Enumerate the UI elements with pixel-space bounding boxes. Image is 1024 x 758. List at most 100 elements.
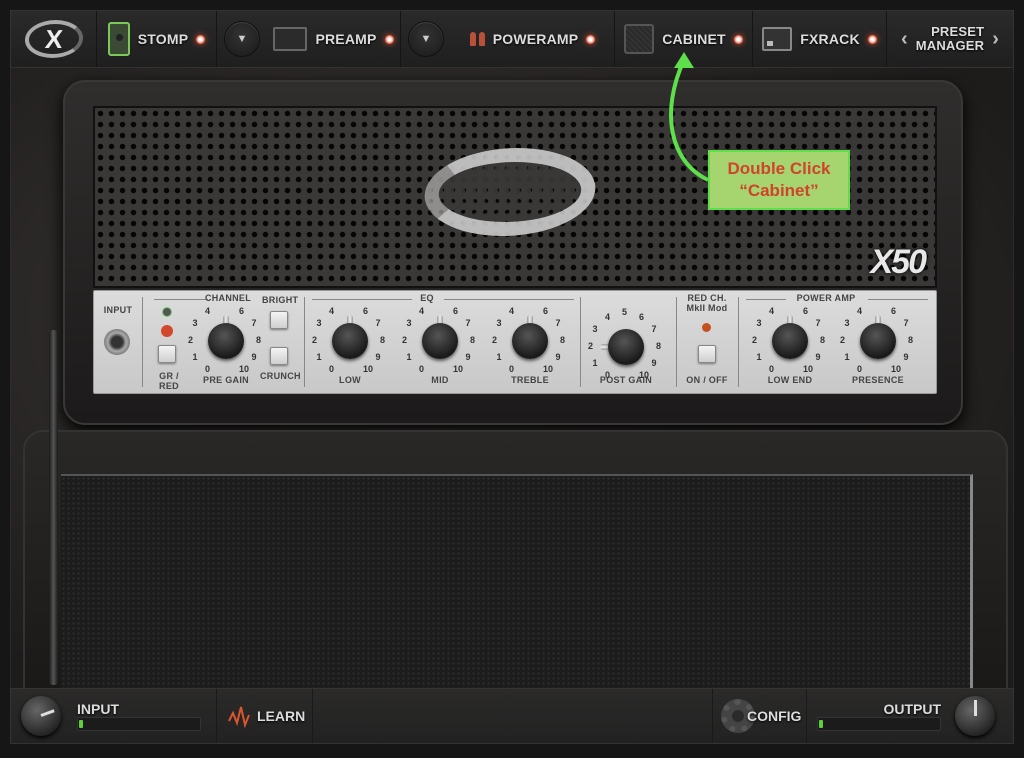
output-section: OUTPUT — [807, 689, 1013, 743]
input-label: INPUT — [77, 701, 119, 717]
cabinet-led-icon[interactable] — [733, 34, 743, 44]
app-window: X STOMP ▼ PREAMP ▼ POWERAMP CABINET FXRA… — [0, 0, 1024, 758]
nav-stomp[interactable]: STOMP — [97, 11, 217, 67]
treble-label: TREBLE — [511, 375, 549, 385]
tubes-icon — [469, 32, 485, 46]
scale-number: 4 — [769, 305, 775, 316]
red-led-icon — [161, 325, 173, 337]
nav-stomp-label: STOMP — [137, 31, 189, 47]
scale-number: 9 — [815, 352, 821, 362]
scale-number: 7 — [815, 318, 821, 328]
arrow-left-icon[interactable]: ‹ — [901, 28, 908, 51]
output-label: OUTPUT — [883, 701, 941, 717]
scale-number: 3 — [496, 318, 502, 328]
learn-label: LEARN — [257, 708, 306, 724]
amp-head: X50 INPUT CHANNEL GR / RED PRE GAIN BRIG… — [63, 80, 963, 425]
guitar-cable — [49, 330, 58, 685]
section-channel: CHANNEL — [204, 293, 252, 303]
channel-switch-label: GR / RED — [159, 371, 179, 391]
scale-number: 2 — [840, 335, 846, 345]
scale-number: 10 — [239, 364, 250, 375]
scale-number: 2 — [402, 335, 408, 345]
arrow-right-icon[interactable]: › — [992, 28, 999, 51]
red-ch-onoff-button[interactable] — [698, 345, 716, 363]
stomp-led-icon[interactable] — [196, 34, 206, 44]
scale-number: 9 — [651, 358, 657, 368]
channel-switch-button[interactable] — [158, 345, 176, 363]
scale-number: 6 — [891, 305, 897, 316]
scale-number: 1 — [844, 352, 850, 362]
mid-knob[interactable] — [420, 315, 460, 359]
config-button[interactable]: CONFIG — [713, 689, 807, 743]
scale-number: 7 — [555, 318, 561, 328]
crunch-button[interactable] — [270, 347, 288, 365]
output-gain-knob[interactable] — [955, 696, 995, 736]
scale-number: 10 — [363, 364, 374, 375]
low-end-label: LOW END — [767, 375, 813, 385]
scale-number: 0 — [329, 364, 335, 375]
divider — [676, 297, 677, 387]
divider — [304, 297, 305, 387]
scale-number: 6 — [543, 305, 549, 316]
bright-label: BRIGHT — [262, 295, 299, 305]
low-knob[interactable] — [330, 315, 370, 359]
scale-number: 8 — [256, 335, 262, 345]
input-gain-knob[interactable] — [21, 696, 61, 736]
preset-manager-line1: PRESET — [931, 24, 985, 39]
scale-number: 2 — [312, 335, 318, 345]
bright-button[interactable] — [270, 311, 288, 329]
scale-number: 9 — [465, 352, 471, 362]
scale-number: 6 — [239, 305, 245, 316]
input-meter-fill — [79, 720, 84, 728]
scale-number: 8 — [470, 335, 476, 345]
stomp-preamp-dropdown[interactable]: ▼ — [217, 11, 267, 67]
divider — [580, 297, 581, 387]
nav-cabinet[interactable]: CABINET — [615, 11, 753, 67]
preset-manager[interactable]: ‹ PRESET MANAGER › — [887, 11, 1013, 67]
scale-number: 10 — [543, 364, 554, 375]
scale-number: 6 — [453, 305, 459, 316]
low-end-knob[interactable] — [770, 315, 810, 359]
preamp-led-icon[interactable] — [384, 34, 394, 44]
scale-number: 7 — [903, 318, 909, 328]
poweramp-led-icon[interactable] — [586, 34, 596, 44]
fxrack-led-icon[interactable] — [867, 34, 877, 44]
scale-number: 8 — [656, 341, 662, 351]
pre-gain-knob[interactable] — [206, 315, 246, 359]
input-jack[interactable] — [104, 329, 130, 355]
scale-number: 8 — [560, 335, 566, 345]
scale-number: 1 — [316, 352, 322, 362]
scale-number: 1 — [496, 352, 502, 362]
nav-cabinet-label: CABINET — [662, 31, 726, 47]
scale-number: 9 — [251, 352, 257, 362]
nav-fxrack[interactable]: FXRACK — [753, 11, 887, 67]
preamp-poweramp-dropdown[interactable]: ▼ — [401, 11, 451, 67]
scale-number: 6 — [363, 305, 369, 316]
rule — [444, 299, 574, 300]
post-gain-knob[interactable] — [600, 321, 646, 365]
scale-number: 4 — [857, 305, 863, 316]
scale-number: 9 — [375, 352, 381, 362]
nav-poweramp[interactable]: POWERAMP — [451, 11, 615, 67]
chevron-down-icon[interactable]: ▼ — [224, 21, 260, 57]
divider — [738, 297, 739, 387]
scale-number: 7 — [651, 324, 657, 334]
scale-number: 4 — [205, 305, 211, 316]
scale-number: 9 — [903, 352, 909, 362]
scale-number: 9 — [555, 352, 561, 362]
annotation-callout: Double Click “Cabinet” — [708, 150, 850, 210]
scale-number: 0 — [205, 364, 211, 375]
bottom-bar: INPUT LEARN CONFIG OUTPUT — [10, 688, 1014, 744]
logo[interactable]: X — [11, 11, 97, 67]
presence-knob[interactable] — [858, 315, 898, 359]
brand-logo-icon — [417, 148, 603, 236]
chevron-down-icon[interactable]: ▼ — [408, 21, 444, 57]
scale-number: 3 — [592, 324, 598, 334]
learn-button[interactable]: LEARN — [217, 689, 313, 743]
preamp-icon — [273, 27, 308, 51]
output-meter — [817, 717, 941, 731]
scale-number: 10 — [453, 364, 464, 375]
nav-preamp[interactable]: PREAMP — [267, 11, 401, 67]
treble-knob[interactable] — [510, 315, 550, 359]
input-label: INPUT — [103, 305, 133, 315]
